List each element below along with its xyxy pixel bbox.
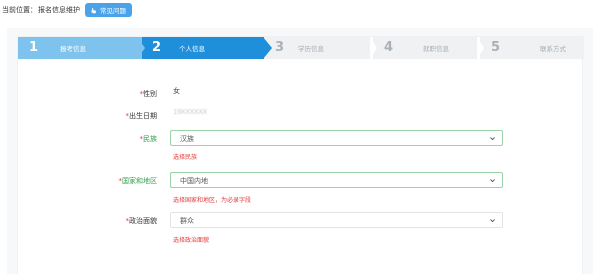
step-label: 个人信息 — [179, 45, 205, 53]
region-error: 选择国家和地区，为必录字段 — [173, 197, 252, 204]
step-label: 学历信息 — [298, 45, 324, 53]
step-number: 2 — [152, 40, 162, 55]
step-label: 就职信息 — [423, 45, 449, 53]
step-3[interactable]: 3 学历信息 — [264, 37, 370, 59]
step-number: 5 — [491, 40, 501, 55]
region-label: *国家和地区 — [118, 177, 158, 185]
ethnicity-error: 选择民族 — [173, 154, 198, 161]
step-number: 4 — [384, 40, 394, 55]
form-card: 1 报考信息 2 个人信息 3 学历信息 4 就职信息 5 联系方式 *性别 女… — [17, 36, 584, 274]
step-number: 1 — [29, 40, 39, 55]
step-1[interactable]: 1 报考信息 — [18, 37, 143, 59]
chevron-down-icon — [490, 219, 495, 223]
chevron-down-icon — [490, 179, 495, 183]
breadcrumb-label: 当前位置： — [2, 6, 37, 14]
topbar: 当前位置： 报名信息维护 常见问题 — [0, 0, 600, 20]
birthdate-value: 19XXXXXX — [173, 108, 207, 116]
political-error: 选择政治面貌 — [173, 237, 210, 244]
political-select-value: 群众 — [180, 217, 194, 225]
region-select[interactable]: 中国内地 — [170, 172, 503, 188]
political-label: *政治面貌 — [125, 217, 158, 225]
gender-value: 女 — [173, 87, 180, 95]
faq-button[interactable]: 常见问题 — [85, 3, 132, 17]
ethnicity-label: *民族 — [139, 135, 158, 143]
step-separator — [370, 37, 377, 59]
faq-button-label: 常见问题 — [100, 7, 126, 15]
political-select[interactable]: 群众 — [170, 212, 503, 228]
step-2[interactable]: 2 个人信息 — [142, 37, 264, 59]
ethnicity-select[interactable]: 汉族 — [170, 130, 503, 146]
step-number: 3 — [275, 40, 285, 55]
step-separator — [477, 37, 484, 59]
content-panel: 1 报考信息 2 个人信息 3 学历信息 4 就职信息 5 联系方式 *性别 女… — [7, 28, 593, 274]
step-label: 联系方式 — [540, 45, 566, 53]
region-select-value: 中国内地 — [180, 177, 208, 185]
birthdate-label: *出生日期 — [125, 112, 158, 120]
step-5[interactable]: 5 联系方式 — [480, 37, 584, 59]
step-4[interactable]: 4 就职信息 — [373, 37, 477, 59]
chevron-down-icon — [490, 137, 495, 141]
hand-pointer-icon — [91, 7, 96, 13]
ethnicity-select-value: 汉族 — [180, 135, 194, 143]
step-indicator: 1 报考信息 2 个人信息 3 学历信息 4 就职信息 5 联系方式 — [18, 37, 584, 59]
breadcrumb-current: 报名信息维护 — [38, 6, 80, 14]
step-arrow — [137, 37, 145, 59]
step-arrow — [263, 37, 272, 59]
step-label: 报考信息 — [60, 45, 86, 53]
gender-label: *性别 — [139, 90, 158, 98]
